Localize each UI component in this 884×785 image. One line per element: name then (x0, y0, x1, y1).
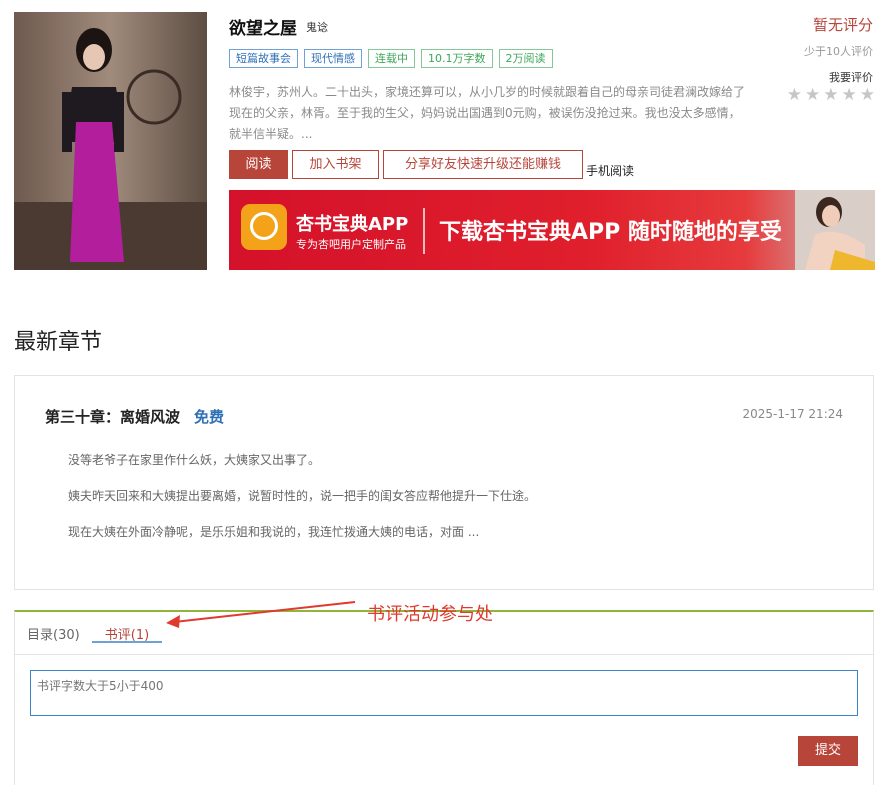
book-tags: 短篇故事会 现代情感 连载中 10.1万字数 2万阅读 (229, 49, 553, 68)
mobile-read-link[interactable]: 手机阅读 (586, 162, 634, 179)
book-intro: 林俊宇，苏州人。二十出头，家境还算可以，从小几岁的时候就跟着自己的母亲司徒君澜改… (229, 82, 759, 145)
tag-status: 连载中 (368, 49, 415, 68)
intro-line: 现在的父亲，林胥。至于我的生父，妈妈说出国遇到0元购，被误伤没抢过来。我也没太多… (229, 106, 741, 120)
latest-chapter-card: 第三十章：离婚风波 免费 2025-1-17 21:24 没等老爷子在家里作什么… (14, 375, 874, 590)
app-logo-icon (241, 204, 287, 250)
review-input[interactable] (30, 670, 858, 716)
intro-line: 就半信半疑。... (229, 127, 313, 141)
chapter-excerpt: 没等老爷子在家里作什么妖，大姨家又出事了。 (68, 453, 321, 467)
chapter-excerpt: 姨夫昨天回来和大姨提出要离婚，说暂时性的，说一把手的闺女答应帮他提升一下仕途。 (68, 489, 537, 503)
banner-app-name: 杏书宝典APP (296, 214, 409, 235)
rating-count: 少于10人评价 (804, 45, 873, 58)
tag-read-count: 2万阅读 (498, 49, 553, 68)
star-icon[interactable]: ★ (787, 86, 802, 104)
free-badge: 免费 (194, 408, 225, 426)
rate-book-link[interactable]: 我要评价 (829, 69, 873, 85)
submit-review-button[interactable]: 提交 (798, 736, 858, 766)
tab-reviews[interactable]: 书评(1) (92, 612, 162, 643)
star-icon[interactable]: ★ (842, 86, 857, 104)
intro-line: 林俊宇，苏州人。二十出头，家境还算可以，从小几岁的时候就跟着自己的母亲司徒君澜改… (229, 85, 746, 99)
star-icon[interactable]: ★ (805, 86, 820, 104)
add-to-shelf-button[interactable]: 加入书架 (292, 150, 379, 179)
book-author[interactable]: 鬼谂 (306, 19, 328, 35)
chapter-excerpt: 现在大姨在外面冷静呢，是乐乐姐和我说的，我连忙拨通大姨的电话，对面 ... (68, 525, 480, 539)
tag-genre[interactable]: 现代情感 (304, 49, 362, 68)
tab-toc[interactable]: 目录(30) (27, 624, 80, 643)
share-button[interactable]: 分享好友快速升级还能赚钱 (383, 150, 583, 179)
annotation-arrow-icon (166, 601, 356, 628)
star-icon[interactable]: ★ (860, 86, 875, 104)
banner-model-image (795, 190, 875, 270)
read-button[interactable]: 阅读 (229, 150, 288, 179)
chapter-title[interactable]: 第三十章：离婚风波 (45, 406, 180, 427)
chapter-date: 2025-1-17 21:24 (742, 407, 844, 421)
book-cover[interactable] (14, 12, 207, 270)
annotation-label: 书评活动参与处 (367, 604, 493, 625)
rating-score: 暂无评分 (812, 16, 873, 34)
star-icon[interactable]: ★ (823, 86, 838, 104)
banner-divider (423, 208, 425, 254)
banner-slogan: 下载杏书宝典APP 随时随地的享受 (439, 220, 782, 245)
latest-chapter-heading: 最新章节 (14, 330, 103, 355)
tag-category[interactable]: 短篇故事会 (229, 49, 298, 68)
tag-word-count: 10.1万字数 (421, 49, 493, 68)
book-title: 欲望之屋 (229, 19, 297, 39)
app-download-banner[interactable]: 杏书宝典APP 专为杏吧用户定制产品 下载杏书宝典APP 随时随地的享受 (229, 190, 875, 270)
banner-app-subtitle: 专为杏吧用户定制产品 (296, 238, 406, 251)
rating-stars[interactable]: ★ ★ ★ ★ ★ (787, 86, 875, 104)
